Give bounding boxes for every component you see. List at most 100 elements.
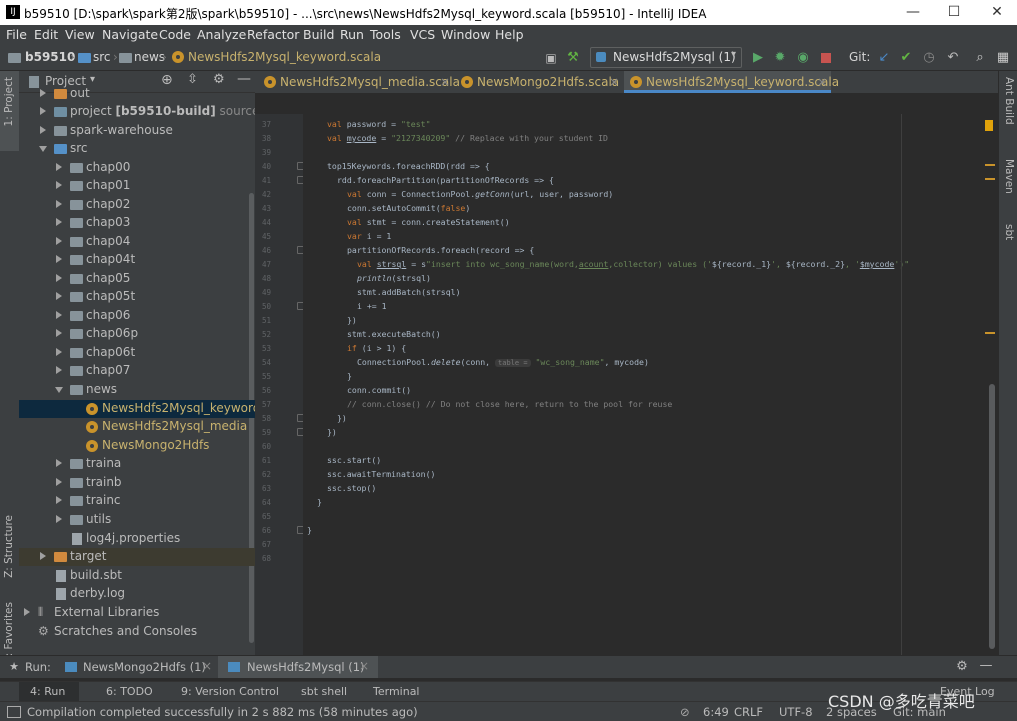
build-hammer-icon[interactable]: ⚒ — [565, 50, 581, 66]
caret-position[interactable]: 6:49 — [703, 705, 729, 719]
tree-item-chap06p[interactable]: chap06p — [19, 325, 255, 343]
error-stripe-mark[interactable] — [985, 332, 995, 334]
expand-arrow-icon[interactable] — [40, 552, 46, 560]
tree-item-chap04t[interactable]: chap04t — [19, 251, 255, 269]
git-commit-icon[interactable]: ✔ — [898, 50, 914, 66]
tab-newshdfs2mysql-media[interactable]: NewsHdfs2Mysql_media.scala × — [255, 71, 460, 93]
tree-item-chap07[interactable]: chap07 — [19, 362, 255, 380]
expand-arrow-icon[interactable] — [56, 515, 62, 523]
expand-arrow-icon[interactable] — [56, 366, 62, 374]
tree-item-src[interactable]: src — [19, 140, 255, 158]
warning-indicator-icon[interactable] — [985, 120, 993, 131]
tree-item-derby-log[interactable]: derby.log — [19, 585, 255, 603]
breadcrumb-src[interactable]: src — [93, 50, 111, 64]
menu-navigate[interactable]: Navigate — [102, 27, 158, 42]
breadcrumb-project[interactable]: b59510 — [25, 50, 75, 64]
rollback-icon[interactable]: ↶ — [945, 50, 961, 66]
expand-arrow-icon[interactable] — [40, 107, 46, 115]
expand-arrow-icon[interactable] — [56, 348, 62, 356]
stop-icon[interactable] — [818, 50, 834, 66]
tree-item-chap02[interactable]: chap02 — [19, 196, 255, 214]
status-indicator-icon[interactable]: ⊘ — [680, 705, 690, 719]
menu-view[interactable]: View — [65, 27, 95, 42]
git-history-icon[interactable]: ◷ — [921, 50, 937, 66]
coverage-icon[interactable]: ◉ — [795, 50, 811, 66]
breadcrumb-news[interactable]: news — [134, 50, 165, 64]
menu-refactor[interactable]: Refactor — [247, 27, 299, 42]
file-encoding[interactable]: UTF-8 — [779, 705, 813, 719]
presentation-icon[interactable]: ▦ — [995, 50, 1011, 66]
hide-panel-icon[interactable]: — — [978, 658, 994, 674]
chevron-down-icon[interactable]: ▾ — [90, 74, 95, 85]
menu-analyze[interactable]: Analyze — [197, 27, 246, 42]
tree-item-chap03[interactable]: chap03 — [19, 214, 255, 232]
debug-icon[interactable]: ✹ — [772, 50, 788, 66]
expand-arrow-icon[interactable] — [56, 311, 62, 319]
expand-arrow-icon[interactable] — [56, 478, 62, 486]
tab-newsmongo2hdfs[interactable]: NewsMongo2Hdfs.scala × — [453, 71, 623, 93]
close-icon[interactable]: × — [359, 659, 369, 673]
tab-sbt[interactable]: sbt — [1003, 224, 1015, 240]
tree-item-trainc[interactable]: trainc — [19, 492, 255, 510]
expand-arrow-icon[interactable] — [40, 126, 46, 134]
menu-build[interactable]: Build — [303, 27, 334, 42]
close-icon[interactable]: × — [817, 71, 827, 93]
maximize-button[interactable]: ☐ — [940, 3, 968, 21]
expand-arrow-icon[interactable] — [56, 274, 62, 282]
tree-item-out[interactable]: out — [19, 85, 255, 103]
minimize-button[interactable]: — — [899, 3, 927, 21]
tool-tab-todo[interactable]: 6: TODO — [106, 685, 153, 698]
code-editor[interactable]: val password = "test" val mycode = "2127… — [303, 114, 998, 655]
tree-item-target[interactable]: target — [19, 548, 255, 566]
line-separator[interactable]: CRLF — [734, 705, 763, 719]
menu-edit[interactable]: Edit — [34, 27, 58, 42]
tree-item-spark-warehouse[interactable]: spark-warehouse — [19, 122, 255, 140]
menu-run[interactable]: Run — [340, 27, 364, 42]
close-window-button[interactable]: ✕ — [983, 3, 1011, 21]
git-update-icon[interactable]: ↙ — [876, 50, 892, 66]
tool-tab-run[interactable]: 4: Run — [30, 685, 65, 698]
menu-vcs[interactable]: VCS — [410, 27, 435, 42]
tree-item-log4j-properties[interactable]: log4j.properties — [19, 530, 255, 548]
status-window-icon[interactable] — [7, 706, 21, 718]
tree-item-newshdfs2mysql-media[interactable]: NewsHdfs2Mysql_media — [19, 418, 255, 436]
close-icon[interactable]: × — [440, 71, 450, 93]
expand-arrow-icon[interactable] — [56, 255, 62, 263]
expand-arrow-icon[interactable] — [56, 200, 62, 208]
search-icon[interactable]: ⌕ — [972, 50, 988, 66]
tab-structure[interactable]: Z: Structure — [3, 515, 15, 578]
tree-item-utils[interactable]: utils — [19, 511, 255, 529]
run-tab-newsmongo2hdfs[interactable]: NewsMongo2Hdfs (1) × — [55, 656, 215, 678]
project-structure-icon[interactable]: ▣ — [543, 50, 559, 66]
expand-arrow-icon[interactable] — [24, 608, 30, 616]
run-configuration-dropdown[interactable]: NewsHdfs2Mysql (1) ▾ — [590, 47, 742, 68]
tab-maven[interactable]: Maven — [1003, 159, 1015, 194]
tool-tab-terminal[interactable]: Terminal — [373, 685, 420, 698]
menu-code[interactable]: Code — [159, 27, 191, 42]
tree-item-chap04[interactable]: chap04 — [19, 233, 255, 251]
editor-scrollbar[interactable] — [989, 384, 995, 649]
tree-item-project[interactable]: project [b59510-build] sources roo — [19, 103, 289, 121]
tab-newshdfs2mysql-keyword[interactable]: NewsHdfs2Mysql_keyword.scala × — [624, 71, 839, 93]
expand-arrow-icon[interactable] — [56, 181, 62, 189]
tab-project[interactable]: 1: Project — [3, 77, 15, 126]
tree-item-chap05t[interactable]: chap05t — [19, 288, 255, 306]
breadcrumb-file[interactable]: NewsHdfs2Mysql_keyword.scala — [188, 50, 381, 64]
gear-icon[interactable]: ⚙ — [954, 659, 970, 675]
menu-file[interactable]: File — [6, 27, 27, 42]
tree-item-newsmongo2hdfs[interactable]: NewsMongo2Hdfs — [19, 437, 255, 455]
menu-help[interactable]: Help — [495, 27, 524, 42]
tree-item-chap05[interactable]: chap05 — [19, 270, 255, 288]
expand-arrow-icon[interactable] — [40, 89, 46, 97]
menu-tools[interactable]: Tools — [370, 27, 401, 42]
tree-item-build-sbt[interactable]: build.sbt — [19, 567, 255, 585]
expand-arrow-icon[interactable] — [56, 292, 62, 300]
run-tab-newshdfs2mysql[interactable]: NewsHdfs2Mysql (1) × — [218, 656, 378, 678]
tool-tab-sbt-shell[interactable]: sbt shell — [301, 685, 347, 698]
pin-icon[interactable]: ★ — [6, 659, 22, 675]
tab-ant-build[interactable]: Ant Build — [1003, 77, 1015, 125]
run-icon[interactable]: ▶ — [750, 50, 766, 66]
error-stripe-mark[interactable] — [985, 164, 995, 166]
tab-favorites[interactable]: 2: Favorites — [3, 602, 15, 663]
tree-item-traina[interactable]: traina — [19, 455, 255, 473]
